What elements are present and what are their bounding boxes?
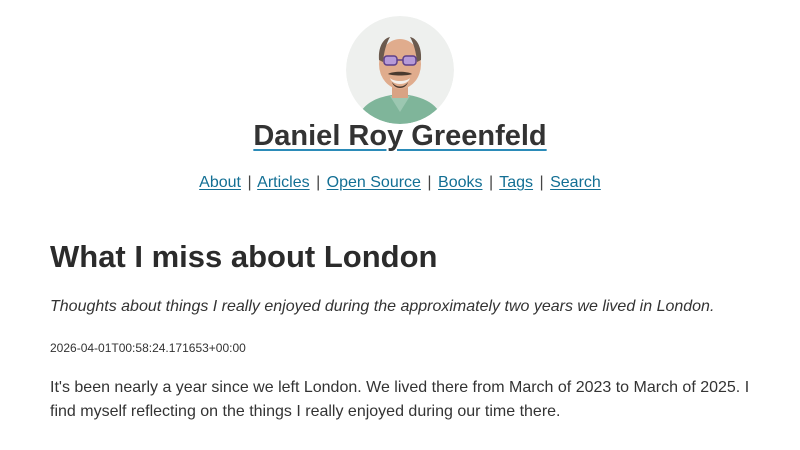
site-title-link[interactable]: Daniel Roy Greenfeld: [253, 120, 546, 152]
nav-link-books[interactable]: Books: [438, 174, 482, 191]
nav-separator: |: [316, 174, 321, 191]
nav-separator: |: [488, 174, 494, 191]
nav-link-open-source[interactable]: Open Source: [327, 174, 421, 191]
post-title: What I miss about London: [50, 239, 438, 274]
nav-link-about[interactable]: About: [199, 174, 241, 191]
nav-separator: |: [427, 174, 432, 191]
author-avatar[interactable]: [346, 16, 454, 124]
nav-link-search[interactable]: Search: [550, 174, 601, 191]
nav-link-tags[interactable]: Tags: [499, 174, 533, 191]
nav-link-articles[interactable]: Articles: [257, 174, 309, 191]
post-body-paragraph: It's been nearly a year since we left Lo…: [50, 379, 750, 420]
post-timestamp: 2026-04-01T00:58:24.171653+00:00: [50, 341, 246, 355]
main-nav: About | Articles | Open Source | Books |…: [0, 172, 800, 194]
nav-separator: |: [247, 174, 252, 191]
author-photo-icon: [346, 16, 454, 124]
post-subtitle: Thoughts about things I really enjoyed d…: [50, 298, 715, 315]
site-title: Daniel Roy Greenfeld: [0, 116, 800, 156]
nav-separator: |: [539, 174, 544, 191]
